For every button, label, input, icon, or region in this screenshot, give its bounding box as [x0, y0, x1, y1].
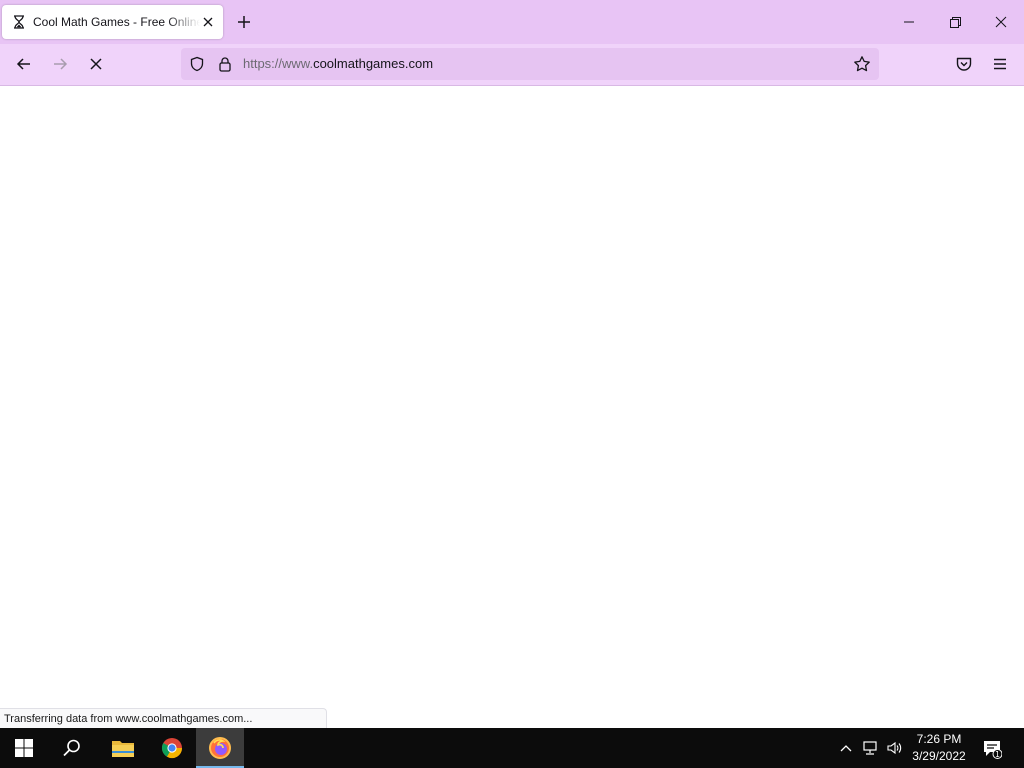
- show-hidden-icons-chevron-up-icon[interactable]: [838, 740, 854, 756]
- restore-button[interactable]: [945, 12, 965, 32]
- url-domain: coolmathgames.com: [313, 56, 434, 71]
- url-prefix: https://www.: [243, 56, 314, 71]
- status-text: Transferring data from www.coolmathgames…: [4, 713, 253, 725]
- minimize-button[interactable]: [899, 12, 919, 32]
- tracking-protection-shield-icon[interactable]: [189, 56, 205, 72]
- start-button[interactable]: [0, 728, 48, 768]
- tab-title: Cool Math Games - Free Online: [33, 15, 200, 29]
- hamburger-menu-button[interactable]: [991, 55, 1009, 73]
- firefox-taskbar-item[interactable]: [196, 728, 244, 768]
- close-tab-icon[interactable]: [201, 15, 215, 29]
- notification-center-icon[interactable]: 1: [982, 739, 1002, 759]
- chrome-taskbar-item[interactable]: [148, 728, 196, 768]
- stop-loading-button[interactable]: [87, 55, 105, 73]
- hourglass-loading-icon: [12, 15, 26, 29]
- taskbar-search-button[interactable]: [48, 728, 96, 768]
- url-bar[interactable]: https://www.coolmathgames.com: [181, 48, 879, 80]
- bookmark-star-icon[interactable]: [853, 55, 871, 73]
- navigation-toolbar: https://www.coolmathgames.com: [0, 44, 1024, 86]
- pocket-button[interactable]: [955, 55, 973, 73]
- network-icon[interactable]: [862, 740, 878, 756]
- back-button[interactable]: [15, 55, 33, 73]
- browser-titlebar: Cool Math Games - Free Online: [0, 0, 1024, 44]
- status-bar: Transferring data from www.coolmathgames…: [0, 708, 327, 729]
- clock-date: 3/29/2022: [912, 749, 966, 763]
- clock-time: 7:26 PM: [916, 732, 962, 746]
- close-window-button[interactable]: [991, 12, 1011, 32]
- system-clock[interactable]: 7:26 PM 3/29/2022: [902, 731, 976, 765]
- browser-tab[interactable]: Cool Math Games - Free Online: [2, 5, 223, 39]
- lock-icon[interactable]: [217, 56, 233, 72]
- notification-count-badge: 1: [995, 750, 1000, 759]
- url-text[interactable]: https://www.coolmathgames.com: [243, 56, 433, 72]
- volume-icon[interactable]: [886, 740, 902, 756]
- file-explorer-taskbar-item[interactable]: [98, 728, 146, 768]
- taskbar: 7:26 PM 3/29/2022 1: [0, 728, 1024, 768]
- new-tab-button[interactable]: [236, 14, 252, 30]
- forward-button: [51, 55, 69, 73]
- page-content-area[interactable]: [0, 86, 1024, 728]
